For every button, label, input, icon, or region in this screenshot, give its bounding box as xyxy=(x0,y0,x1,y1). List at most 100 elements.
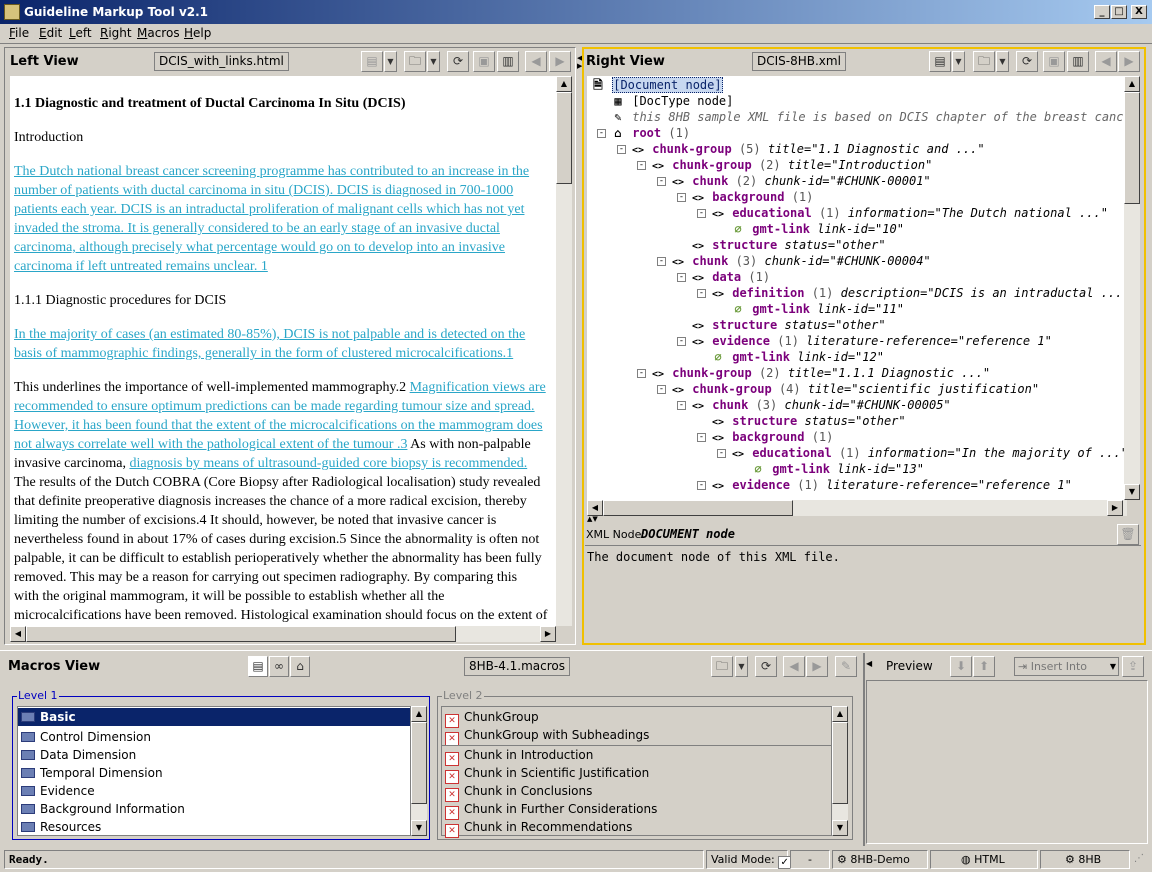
macros-forward-button[interactable]: ▶ xyxy=(806,656,828,677)
collapse-toggle[interactable]: - xyxy=(677,273,686,282)
right-saveas-button[interactable]: ▥ xyxy=(1067,51,1089,72)
level2-item[interactable]: ✕ Chunk in Scientific Justification xyxy=(442,764,649,784)
doc-link[interactable]: .3 xyxy=(393,437,408,452)
scroll-thumb[interactable] xyxy=(411,722,427,804)
right-back-button[interactable]: ◀ xyxy=(1095,51,1117,72)
left-open-button[interactable]: 🗀 xyxy=(404,51,426,72)
level2-item[interactable]: ✕ Chunk in Introduction xyxy=(442,746,593,766)
doc-link[interactable]: number of patients with ductal carcinoma… xyxy=(14,183,513,198)
maximize-button[interactable]: □ xyxy=(1111,5,1127,19)
tree-node[interactable]: - <> definition (1) description="DCIS is … xyxy=(697,285,1127,301)
right-open-button[interactable]: 🗀 xyxy=(973,51,995,72)
scroll-thumb[interactable] xyxy=(832,722,848,804)
level1-item[interactable]: Background Information xyxy=(18,800,185,818)
level1-item[interactable]: Temporal Dimension xyxy=(18,764,163,782)
tree-node[interactable]: ∅ gmt-link link-id="12" xyxy=(711,349,884,365)
insert-button[interactable]: ⇪ xyxy=(1122,656,1144,677)
left-vertical-scrollbar[interactable]: ▲ xyxy=(556,76,572,626)
tree-node[interactable]: - <> evidence (1) literature-reference="r… xyxy=(697,477,1072,493)
macros-open-button[interactable]: 🗀 xyxy=(711,656,733,677)
scroll-left-icon[interactable]: ◀ xyxy=(587,500,603,516)
collapse-toggle[interactable]: - xyxy=(597,129,606,138)
scroll-down-icon[interactable]: ▼ xyxy=(832,820,848,836)
right-horizontal-scrollbar[interactable]: ◀ ▶ xyxy=(587,500,1127,516)
scroll-down-icon[interactable]: ▼ xyxy=(411,820,427,836)
level2-item[interactable]: ✕ Chunk in Further Considerations xyxy=(442,800,657,820)
level1-scrollbar[interactable]: ▲ ▼ xyxy=(411,706,427,836)
collapse-toggle[interactable]: - xyxy=(657,257,666,266)
level2-scrollbar[interactable]: ▲ ▼ xyxy=(832,706,848,836)
doc-link[interactable]: carcinoma if left untreated remains uncl… xyxy=(14,259,268,274)
doc-link[interactable]: not always correlate well with the patho… xyxy=(14,437,393,452)
left-new-dropdown[interactable]: ▼ xyxy=(384,51,397,72)
tree-node[interactable]: - <> educational (1) information="The Dut… xyxy=(697,205,1108,221)
tree-node[interactable]: ∅ gmt-link link-id="10" xyxy=(731,221,904,237)
tree-node[interactable]: <> structure status="other" xyxy=(691,237,886,253)
move-up-button[interactable]: ⬆ xyxy=(973,656,995,677)
doc-link[interactable]: However, it has been found that the exte… xyxy=(14,418,543,433)
right-open-dropdown[interactable]: ▼ xyxy=(996,51,1009,72)
level1-item[interactable]: Data Dimension xyxy=(18,746,136,764)
scroll-up-icon[interactable]: ▲ xyxy=(556,76,572,92)
tree-node[interactable]: ∅ gmt-link link-id="13" xyxy=(751,461,924,477)
tree-node[interactable]: <> structure status="other" xyxy=(691,317,886,333)
left-save-button[interactable]: ▣ xyxy=(473,51,495,72)
doc-link[interactable]: In the majority of cases (an estimated 8… xyxy=(14,327,525,342)
right-save-button[interactable]: ▣ xyxy=(1043,51,1065,72)
macros-edit-button[interactable]: ✎ xyxy=(835,656,857,677)
collapse-toggle[interactable]: - xyxy=(717,449,726,458)
collapse-toggle[interactable]: - xyxy=(677,193,686,202)
menu-help[interactable]: Help xyxy=(184,26,211,40)
left-saveas-button[interactable]: ▥ xyxy=(497,51,519,72)
doc-link[interactable]: Magnification views are xyxy=(410,380,546,395)
menu-file[interactable]: File xyxy=(9,26,29,40)
doc-link[interactable]: recommended to ensure optimum prediction… xyxy=(14,399,535,414)
tree-node[interactable]: - <> background (1) xyxy=(697,429,833,445)
preview-arrow-icon[interactable]: ◀ xyxy=(866,659,872,668)
level1-list[interactable]: Basic Control Dimension Data Dimension T… xyxy=(17,706,411,836)
right-sync-button[interactable]: ⟳ xyxy=(1016,51,1038,72)
scroll-up-icon[interactable]: ▲ xyxy=(1124,76,1140,92)
right-vertical-scrollbar[interactable]: ▲ ▼ xyxy=(1124,76,1140,500)
level1-item[interactable]: Control Dimension xyxy=(18,728,151,746)
scroll-thumb[interactable] xyxy=(603,500,793,516)
menu-left[interactable]: Left xyxy=(69,26,92,40)
collapse-toggle[interactable]: - xyxy=(697,209,706,218)
tree-node[interactable]: - <> chunk (3) chunk-id="#CHUNK-00004" xyxy=(657,253,931,269)
tree-node[interactable]: ▦ [DocType node] xyxy=(611,93,733,109)
level1-item-basic[interactable]: Basic xyxy=(18,708,410,726)
collapse-toggle[interactable]: - xyxy=(617,145,626,154)
collapse-toggle[interactable]: - xyxy=(677,401,686,410)
tree-node[interactable]: - <> educational (1) information="In the … xyxy=(717,445,1127,461)
left-sync-button[interactable]: ⟳ xyxy=(447,51,469,72)
level2-item[interactable]: ✕ ChunkGroup with Subheadings xyxy=(442,726,649,746)
left-open-dropdown[interactable]: ▼ xyxy=(427,51,440,72)
level2-list[interactable]: ✕ ChunkGroup ✕ ChunkGroup with Subheadings… xyxy=(441,706,832,838)
tree-node[interactable]: - <> chunk (2) chunk-id="#CHUNK-00001" xyxy=(657,173,931,189)
minimize-button[interactable]: _ xyxy=(1094,5,1110,19)
scroll-thumb[interactable] xyxy=(556,92,572,184)
scroll-thumb[interactable] xyxy=(26,626,456,642)
doc-link[interactable]: diagnosis by means of ultrasound-guided … xyxy=(129,456,527,471)
right-new-dropdown[interactable]: ▼ xyxy=(952,51,965,72)
left-forward-button[interactable]: ▶ xyxy=(549,51,571,72)
scroll-down-icon[interactable]: ▼ xyxy=(1124,484,1140,500)
doc-link[interactable]: carcinoma, although precisely what perce… xyxy=(14,240,505,255)
tree-node[interactable]: ∅ gmt-link link-id="11" xyxy=(731,301,904,317)
level1-item[interactable]: Evidence xyxy=(18,782,95,800)
scroll-thumb[interactable] xyxy=(1124,92,1140,204)
collapse-toggle[interactable]: - xyxy=(697,481,706,490)
menu-macros[interactable]: Macros xyxy=(137,26,180,40)
tree-node[interactable]: - <> chunk (3) chunk-id="#CHUNK-00005" xyxy=(677,397,951,413)
left-new-button[interactable]: ▤ xyxy=(361,51,383,72)
collapse-toggle[interactable]: - xyxy=(637,369,646,378)
move-down-button[interactable]: ⬇ xyxy=(950,656,972,677)
tree-node[interactable]: - <> chunk-group (4) title="scientific ju… xyxy=(657,381,1039,397)
doc-link[interactable]: patients each year. DCIS is an intraduct… xyxy=(14,202,524,217)
node-description-area[interactable]: The document node of this XML file. xyxy=(585,545,1141,641)
close-button[interactable]: X xyxy=(1131,5,1147,19)
node-splitter-arrows[interactable]: ▲▼ xyxy=(587,515,598,523)
tree-node[interactable]: - <> chunk-group (2) title="1.1.1 Diagnos… xyxy=(637,365,990,381)
macros-open-dropdown[interactable]: ▼ xyxy=(735,656,748,677)
macro-view-mode-button[interactable]: ▤ xyxy=(248,656,268,677)
